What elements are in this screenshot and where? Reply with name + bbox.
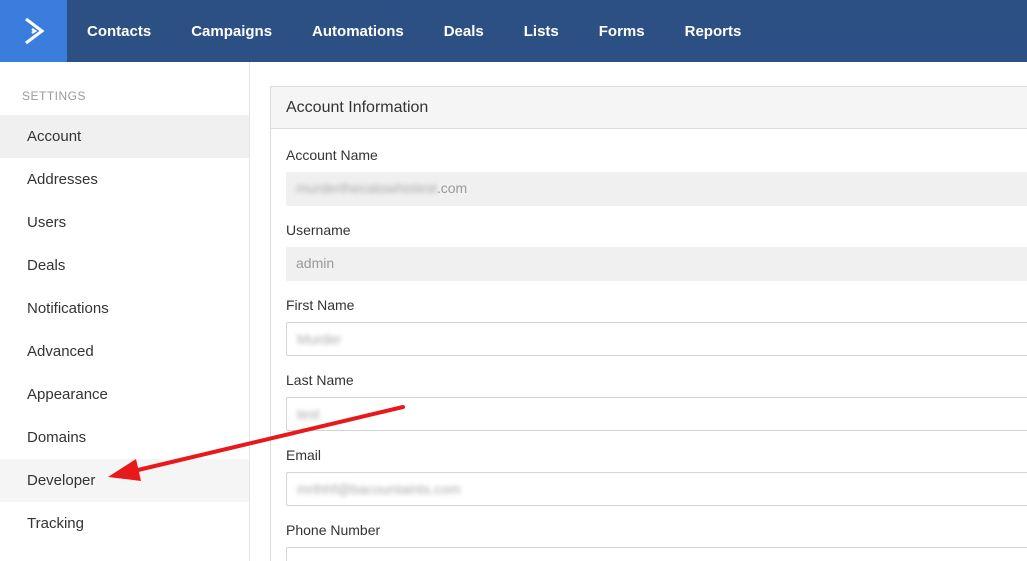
- first-name-value: Murder: [297, 331, 342, 347]
- sidebar-item-appearance[interactable]: Appearance: [0, 373, 249, 416]
- sidebar-list: Account Addresses Users Deals Notificati…: [0, 115, 249, 545]
- account-name-label: Account Name: [286, 147, 378, 163]
- username-field[interactable]: admin: [286, 247, 1027, 281]
- username-value: admin: [296, 255, 335, 271]
- nav-reports[interactable]: Reports: [685, 23, 742, 40]
- last-name-field[interactable]: test: [286, 397, 1027, 431]
- last-name-value: test: [297, 406, 320, 422]
- email-field[interactable]: mrthhf@bacountaints.com: [286, 472, 1027, 506]
- email-label: Email: [286, 447, 322, 463]
- panel-title: Account Information: [271, 87, 1027, 129]
- first-name-label: First Name: [286, 297, 355, 313]
- nav-campaigns[interactable]: Campaigns: [191, 23, 272, 40]
- phone-number-label: Phone Number: [286, 522, 381, 538]
- nav-automations[interactable]: Automations: [312, 23, 404, 40]
- sidebar-item-tracking[interactable]: Tracking: [0, 502, 249, 545]
- username-label: Username: [286, 222, 351, 238]
- logo[interactable]: [0, 0, 67, 62]
- account-name-field[interactable]: murderthecatowhistest.com: [286, 172, 1027, 206]
- sidebar-item-deals[interactable]: Deals: [0, 244, 249, 287]
- nav-forms[interactable]: Forms: [599, 23, 645, 40]
- chevron-right-logo-icon: [24, 17, 44, 45]
- account-name-suffix: .com: [436, 180, 468, 196]
- sidebar-item-users[interactable]: Users: [0, 201, 249, 244]
- sidebar-item-notifications[interactable]: Notifications: [0, 287, 249, 330]
- main-nav: Contacts Campaigns Automations Deals Lis…: [67, 0, 761, 62]
- top-navigation-bar: Contacts Campaigns Automations Deals Lis…: [0, 0, 1027, 62]
- sidebar-item-domains[interactable]: Domains: [0, 416, 249, 459]
- sidebar-item-developer[interactable]: Developer: [0, 459, 249, 502]
- last-name-label: Last Name: [286, 372, 354, 388]
- settings-sidebar: SETTINGS Account Addresses Users Deals N…: [0, 62, 250, 561]
- nav-lists[interactable]: Lists: [524, 23, 559, 40]
- sidebar-heading: SETTINGS: [22, 89, 87, 103]
- sidebar-item-advanced[interactable]: Advanced: [0, 330, 249, 373]
- nav-contacts[interactable]: Contacts: [87, 23, 151, 40]
- account-information-panel: Account Information Account Name murdert…: [270, 86, 1027, 561]
- account-name-value: murderthecatowhistest: [296, 180, 437, 196]
- phone-number-field[interactable]: [286, 547, 1027, 561]
- nav-deals[interactable]: Deals: [444, 23, 484, 40]
- first-name-field[interactable]: Murder: [286, 322, 1027, 356]
- sidebar-item-addresses[interactable]: Addresses: [0, 158, 249, 201]
- sidebar-item-account[interactable]: Account: [0, 115, 249, 158]
- email-value: mrthhf@bacountaints.com: [297, 481, 461, 497]
